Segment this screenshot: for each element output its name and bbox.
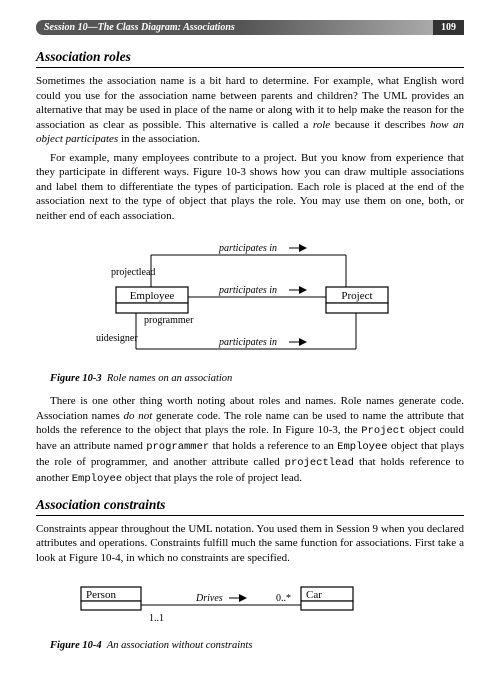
label-drives: Drives <box>195 593 223 604</box>
class-car: Car <box>306 589 322 601</box>
para-constraints-1: Constraints appear throughout the UML no… <box>36 522 464 566</box>
figure-10-4-caption: Figure 10-4 An association without const… <box>50 640 464 651</box>
section-heading-roles: Association roles <box>36 49 464 68</box>
label-participates-1: participates in <box>218 243 277 254</box>
code-employee: Employee <box>337 441 387 453</box>
text: in the association. <box>118 133 200 145</box>
para-roles-1: Sometimes the association name is a bit … <box>36 74 464 147</box>
page-number: 109 <box>433 20 464 35</box>
label-participates-3: participates in <box>218 337 277 348</box>
section-heading-constraints: Association constraints <box>36 497 464 516</box>
figure-title: Role names on an association <box>107 373 232 384</box>
mult-right: 0..* <box>276 593 291 604</box>
role-programmer: programmer <box>144 315 194 326</box>
diagram-associations: projectlead participates in Employee Pro… <box>36 237 436 367</box>
class-project: Project <box>341 290 372 302</box>
figure-10-4: Person Car Drives 0..* 1..1 Figure 10-4 … <box>36 579 464 651</box>
page-header: Session 10—The Class Diagram: Associatio… <box>36 20 464 35</box>
term-donot: do not <box>123 410 152 422</box>
label-participates-2: participates in <box>218 285 277 296</box>
class-person: Person <box>86 589 116 601</box>
term-role: role <box>313 119 330 131</box>
page: Session 10—The Class Diagram: Associatio… <box>0 0 500 681</box>
text: that holds a reference to an <box>209 440 337 452</box>
para-roles-3: There is one other thing worth noting ab… <box>36 394 464 486</box>
session-title: Session 10—The Class Diagram: Associatio… <box>36 20 243 35</box>
text: object that plays the role of project le… <box>122 472 302 484</box>
figure-title: An association without constraints <box>107 640 253 651</box>
figure-number: Figure 10-4 <box>50 640 102 651</box>
text: because it describes <box>330 119 430 131</box>
code-projectlead: projectlead <box>285 457 354 469</box>
role-uidesigner: uidesigner <box>96 333 138 344</box>
header-gradient <box>243 20 433 35</box>
class-employee: Employee <box>130 290 175 302</box>
mult-left: 1..1 <box>149 613 164 624</box>
figure-10-3: projectlead participates in Employee Pro… <box>36 237 464 384</box>
figure-number: Figure 10-3 <box>50 373 102 384</box>
code-project: Project <box>361 425 405 437</box>
code-employee-2: Employee <box>72 473 122 485</box>
role-projectlead: projectlead <box>111 267 155 278</box>
figure-10-3-caption: Figure 10-3 Role names on an association <box>50 373 464 384</box>
para-roles-2: For example, many employees contribute t… <box>36 151 464 224</box>
code-programmer: programmer <box>146 441 209 453</box>
